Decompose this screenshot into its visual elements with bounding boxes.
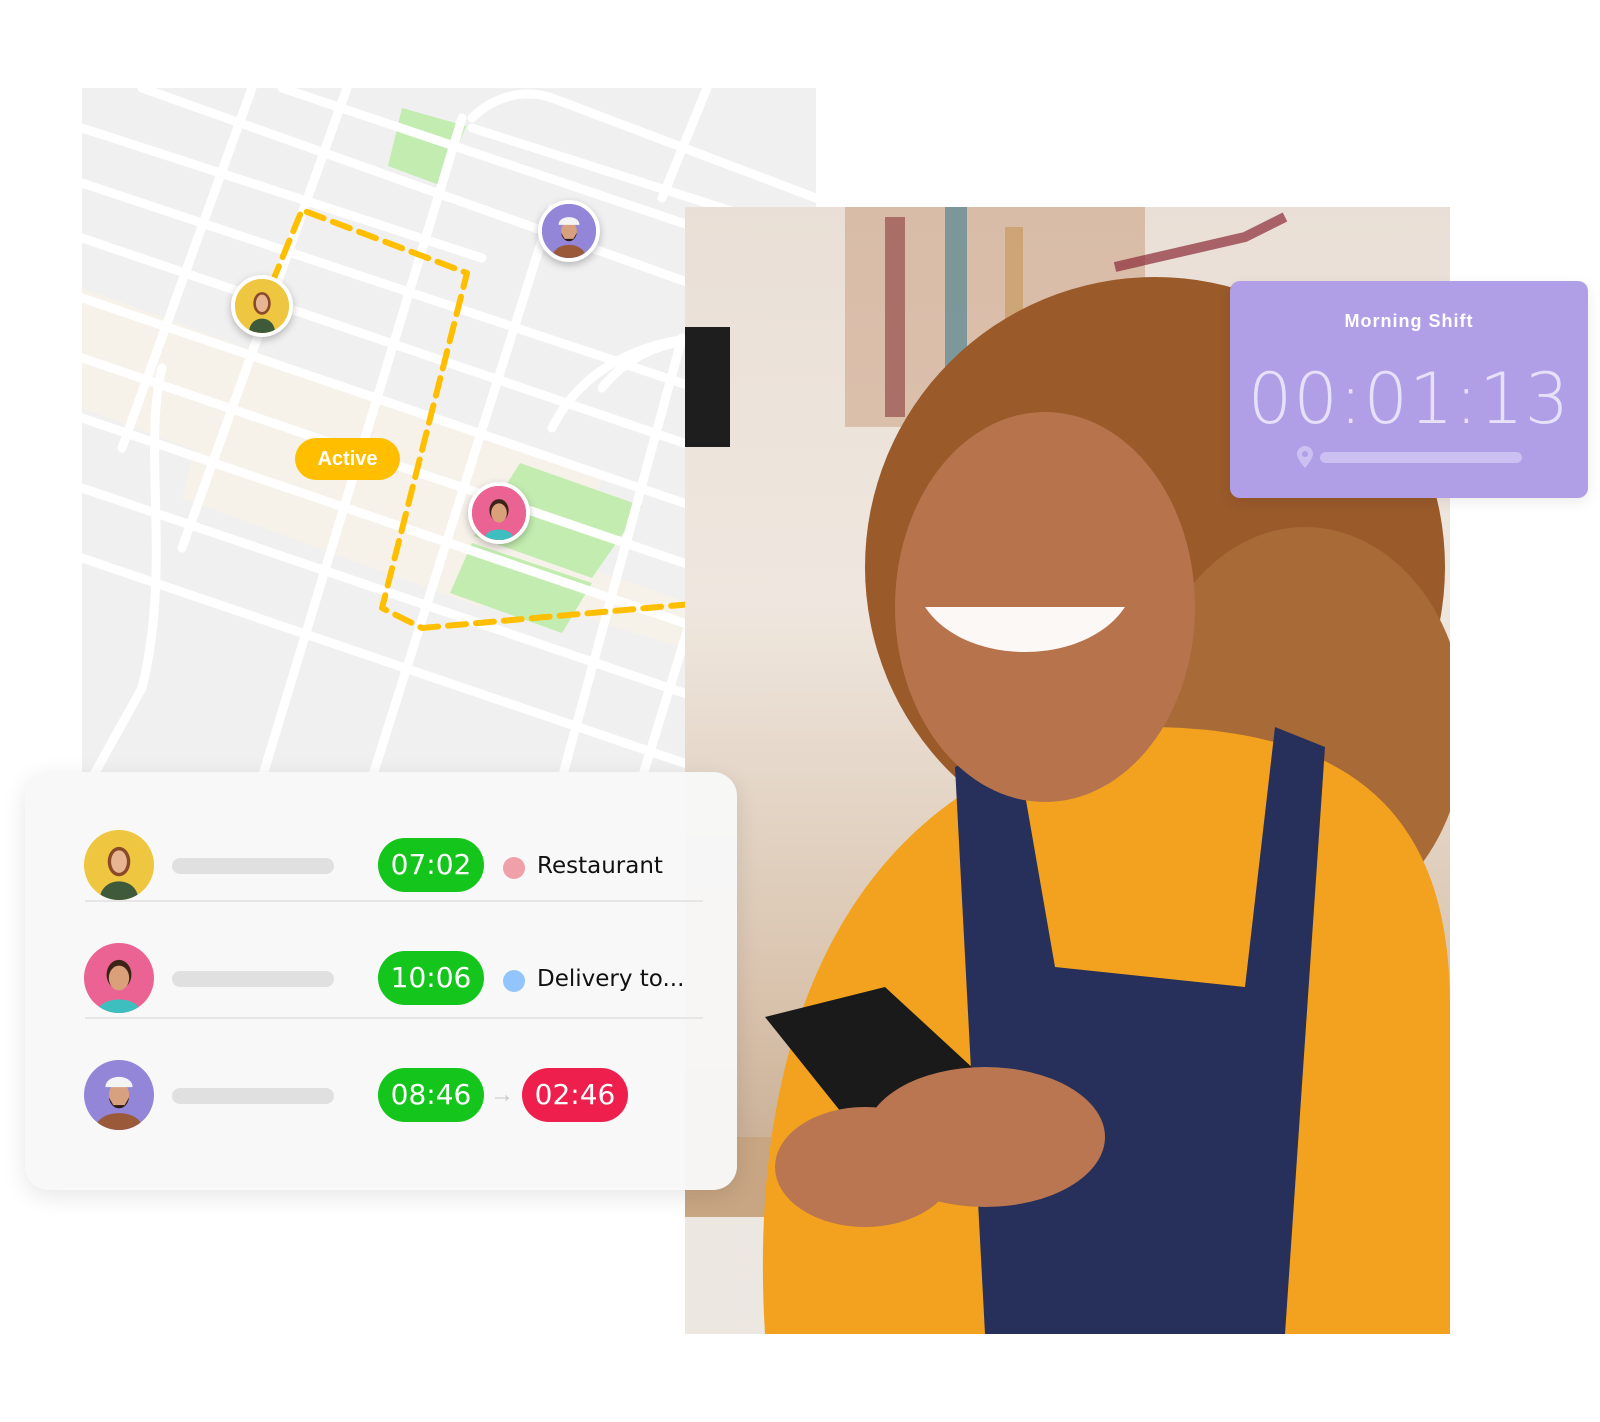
row-divider bbox=[85, 1017, 703, 1019]
shift-timer: 00:01:13 bbox=[1247, 358, 1571, 440]
map-marker-employee[interactable] bbox=[468, 482, 530, 544]
timesheet-row[interactable]: 10:06 Delivery to... bbox=[25, 928, 737, 1028]
clock-in-time: 10:06 bbox=[378, 951, 484, 1005]
location-label: Restaurant bbox=[537, 853, 663, 879]
active-status-badge: Active bbox=[295, 438, 400, 480]
shift-progress-track bbox=[1320, 452, 1522, 463]
shift-timer-card[interactable]: Morning Shift 00:01:13 bbox=[1230, 281, 1588, 498]
clock-out-time: 02:46 bbox=[522, 1068, 628, 1122]
avatar-woman-pink bbox=[472, 486, 526, 540]
location-dot bbox=[503, 857, 525, 879]
avatar-man-hardhat bbox=[84, 1060, 154, 1130]
timesheet-card: 07:02 Restaurant 10:06 Delivery to... 08… bbox=[25, 772, 737, 1190]
map-marker-employee[interactable] bbox=[231, 275, 293, 337]
clock-in-time: 07:02 bbox=[378, 838, 484, 892]
shift-title: Morning Shift bbox=[1344, 311, 1474, 331]
clock-in-time: 08:46 bbox=[378, 1068, 484, 1122]
arrow-right-icon: → bbox=[490, 1081, 514, 1108]
name-placeholder-bar bbox=[172, 971, 334, 987]
avatar-woman-yellow bbox=[84, 830, 154, 900]
location-dot bbox=[503, 970, 525, 992]
timesheet-row[interactable]: 08:46 → 02:46 bbox=[25, 1045, 737, 1145]
location-label: Delivery to... bbox=[537, 966, 685, 992]
avatar-woman-yellow bbox=[235, 279, 289, 333]
avatar bbox=[84, 830, 154, 900]
name-placeholder-bar bbox=[172, 858, 334, 874]
avatar bbox=[84, 1060, 154, 1130]
avatar-man-hardhat bbox=[542, 204, 596, 258]
name-placeholder-bar bbox=[172, 1088, 334, 1104]
avatar-woman-pink bbox=[84, 943, 154, 1013]
row-divider bbox=[85, 900, 703, 902]
avatar bbox=[84, 943, 154, 1013]
location-pin-icon bbox=[1297, 446, 1313, 468]
map-marker-employee[interactable] bbox=[538, 200, 600, 262]
